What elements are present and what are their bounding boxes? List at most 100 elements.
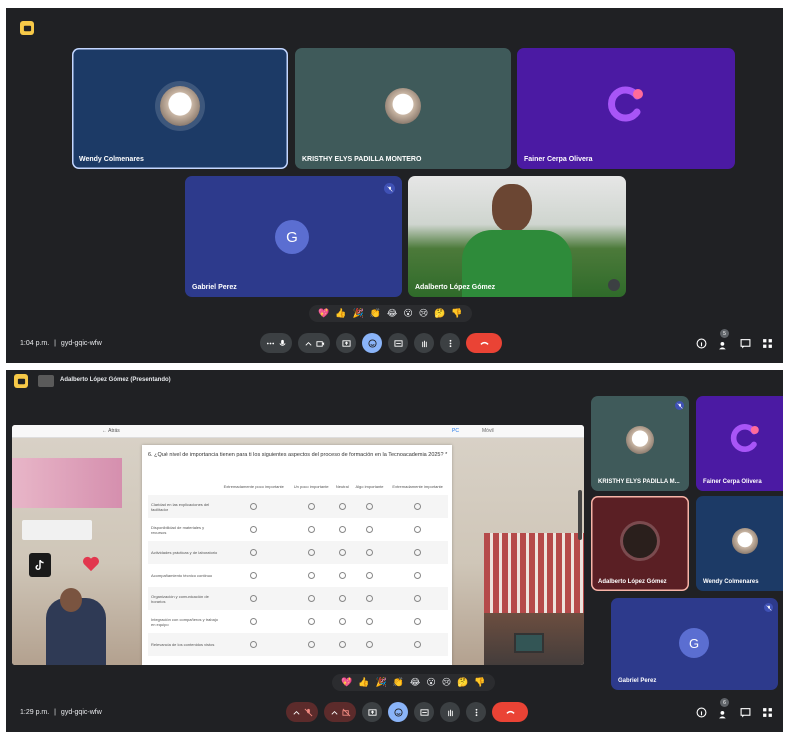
radio-option[interactable] (250, 571, 258, 579)
back-link[interactable]: ← Atrás (102, 428, 120, 434)
reaction-heart[interactable]: 💖 (341, 677, 352, 688)
side-tile-fainer[interactable]: Fainer Cerpa Olivera (696, 396, 783, 491)
participant-name: Fainer Cerpa Olivera (703, 479, 762, 485)
radio-option[interactable] (338, 502, 346, 510)
reaction-sad[interactable]: 😢 (419, 308, 428, 319)
radio-option[interactable] (414, 502, 422, 510)
reaction-laugh[interactable]: 😂 (410, 677, 421, 688)
mobile-view-link[interactable]: Móvil (482, 428, 494, 434)
radio-option[interactable] (307, 594, 315, 602)
muted-mic-icon (675, 401, 684, 410)
activities-icon[interactable] (762, 338, 773, 349)
reaction-laugh[interactable]: 😂 (387, 308, 398, 319)
radio-option[interactable] (366, 617, 373, 625)
radio-option[interactable] (307, 502, 315, 510)
reaction-thinking[interactable]: 🤔 (434, 308, 445, 319)
radio-option[interactable] (338, 594, 346, 602)
radio-option[interactable] (366, 571, 373, 579)
participant-tile-adalberto[interactable]: Adalberto López Gómez (408, 176, 626, 297)
present-button[interactable] (336, 333, 356, 353)
radio-option[interactable] (366, 502, 373, 510)
camera-control[interactable] (298, 333, 330, 353)
pc-view-link[interactable]: PC (452, 428, 459, 434)
radio-option[interactable] (414, 594, 422, 602)
info-icon[interactable] (696, 707, 707, 718)
reaction-sad[interactable]: 😢 (442, 677, 451, 688)
radio-option[interactable] (307, 571, 315, 579)
raise-hand-button[interactable] (414, 333, 434, 353)
emoji-button[interactable] (388, 702, 408, 722)
crop-icon[interactable] (608, 279, 620, 291)
reaction-thinking[interactable]: 🤔 (457, 677, 468, 688)
leave-call-button[interactable] (492, 702, 528, 722)
reaction-clap[interactable]: 👏 (393, 677, 404, 688)
radio-option[interactable] (250, 548, 258, 556)
radio-option[interactable] (366, 640, 373, 648)
participant-name: KRISTHY ELYS PADILLA M... (598, 479, 680, 485)
side-tile-wendy[interactable]: Wendy Colmenares (696, 496, 783, 591)
radio-option[interactable] (338, 640, 346, 648)
audio-control[interactable] (286, 702, 318, 722)
reaction-thumbs-up[interactable]: 👍 (335, 308, 346, 319)
radio-option[interactable] (250, 594, 258, 602)
radio-option[interactable] (414, 548, 422, 556)
reaction-surprised[interactable]: 😮 (426, 677, 435, 688)
radio-option[interactable] (338, 617, 346, 625)
more-options-button[interactable] (466, 702, 486, 722)
radio-option[interactable] (250, 525, 258, 533)
reaction-surprised[interactable]: 😮 (403, 308, 412, 319)
captions-button[interactable] (414, 702, 434, 722)
meet-app-icon[interactable] (20, 21, 34, 35)
meet-screenshot-2: Adalberto López Gómez (Presentando) ← At… (6, 370, 783, 732)
reaction-heart[interactable]: 💖 (318, 308, 329, 319)
radio-option[interactable] (366, 594, 373, 602)
people-button[interactable]: 6 (718, 698, 729, 725)
more-options-button[interactable] (440, 333, 460, 353)
radio-option[interactable] (414, 640, 422, 648)
radio-option[interactable] (414, 571, 422, 579)
participant-tile-kristhy[interactable]: KRISTHY ELYS PADILLA MONTERO (295, 48, 511, 169)
emoji-button[interactable] (362, 333, 382, 353)
meet-app-icon[interactable] (14, 374, 28, 388)
controls (286, 702, 528, 722)
present-button[interactable] (362, 702, 382, 722)
radio-option[interactable] (307, 640, 315, 648)
activities-icon[interactable] (762, 707, 773, 718)
camera-control[interactable] (324, 702, 356, 722)
radio-option[interactable] (307, 548, 315, 556)
side-tile-kristhy[interactable]: KRISTHY ELYS PADILLA M... (591, 396, 689, 491)
radio-option[interactable] (338, 571, 346, 579)
side-tile-gabriel[interactable]: G Gabriel Perez (611, 598, 778, 690)
radio-option[interactable] (307, 617, 315, 625)
radio-option[interactable] (414, 525, 422, 533)
info-icon[interactable] (696, 338, 707, 349)
audio-control[interactable] (260, 333, 292, 353)
participant-tile-fainer[interactable]: Fainer Cerpa Olivera (517, 48, 735, 169)
reaction-thumbs-down[interactable]: 👎 (474, 677, 485, 688)
radio-option[interactable] (414, 617, 422, 625)
chat-icon[interactable] (740, 338, 751, 349)
reaction-party[interactable]: 🎉 (352, 308, 363, 319)
leave-call-button[interactable] (466, 333, 502, 353)
mic-off-icon (304, 708, 312, 716)
reaction-thumbs-down[interactable]: 👎 (451, 308, 462, 319)
participant-tile-wendy[interactable]: Wendy Colmenares (72, 48, 288, 169)
raise-hand-button[interactable] (440, 702, 460, 722)
radio-option[interactable] (366, 548, 373, 556)
reaction-thumbs-up[interactable]: 👍 (358, 677, 369, 688)
radio-option[interactable] (307, 525, 315, 533)
radio-option[interactable] (338, 548, 346, 556)
radio-option[interactable] (250, 502, 258, 510)
radio-option[interactable] (366, 525, 373, 533)
side-tile-adalberto[interactable]: Adalberto López Gómez (591, 496, 689, 591)
radio-option[interactable] (250, 640, 258, 648)
reaction-clap[interactable]: 👏 (370, 308, 381, 319)
captions-button[interactable] (388, 333, 408, 353)
chat-icon[interactable] (740, 707, 751, 718)
participant-tile-gabriel[interactable]: G Gabriel Perez (185, 176, 402, 297)
radio-option[interactable] (250, 617, 258, 625)
people-button[interactable]: 5 (718, 329, 729, 356)
reaction-party[interactable]: 🎉 (375, 677, 386, 688)
shared-scrollbar[interactable] (578, 490, 582, 540)
radio-option[interactable] (338, 525, 346, 533)
